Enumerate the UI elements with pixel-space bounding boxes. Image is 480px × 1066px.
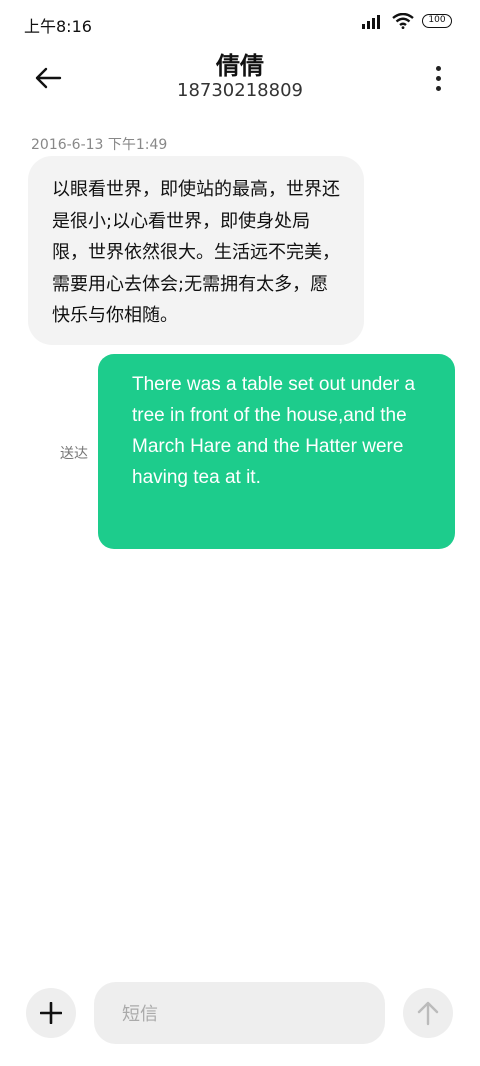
conversation-header: 倩倩 18730218809 bbox=[0, 46, 480, 110]
status-bar: 上午8:16 100 bbox=[0, 0, 480, 46]
contact-phone-number: 18730218809 bbox=[177, 80, 303, 101]
delivery-status: 送达 bbox=[60, 446, 88, 462]
signal-icon bbox=[362, 13, 384, 29]
status-time: 上午8:16 bbox=[24, 17, 92, 36]
contact-name: 倩倩 bbox=[216, 52, 264, 80]
send-button[interactable] bbox=[403, 988, 453, 1038]
send-arrow-icon bbox=[417, 1001, 439, 1026]
plus-icon bbox=[40, 1002, 62, 1024]
status-icons: 100 bbox=[362, 13, 452, 29]
wifi-icon bbox=[392, 13, 414, 29]
incoming-message-bubble[interactable]: 以眼看世界，即使站的最高，世界还是很小;以心看世界，即使身处局限，世界依然很大。… bbox=[28, 156, 364, 345]
more-vertical-icon bbox=[435, 65, 441, 71]
messaging-screen: 上午8:16 100 倩倩 18730218809 2016-6-13 下午1:… bbox=[0, 0, 480, 1066]
message-timestamp: 2016-6-13 下午1:49 bbox=[31, 137, 168, 153]
message-input-placeholder: 短信 bbox=[122, 1004, 158, 1025]
battery-icon: 100 bbox=[422, 14, 452, 28]
message-input[interactable]: 短信 bbox=[94, 982, 385, 1044]
outgoing-message-bubble[interactable]: There was a table set out under a tree i… bbox=[98, 354, 455, 549]
more-options-button[interactable] bbox=[426, 58, 450, 98]
add-attachment-button[interactable] bbox=[26, 988, 76, 1038]
